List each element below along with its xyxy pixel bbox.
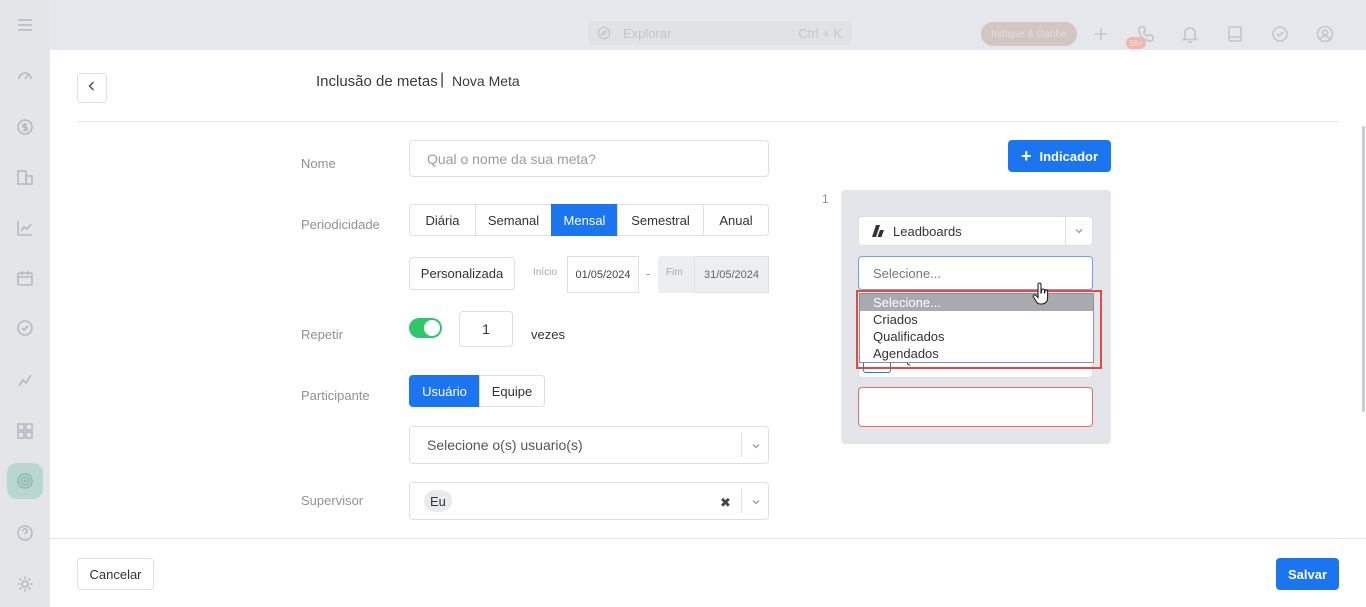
- periodicity-label: Periodicidade: [301, 217, 380, 232]
- participant-user-button[interactable]: Usuário: [409, 375, 480, 407]
- chevron-left-icon: [86, 79, 98, 97]
- header-divider: [77, 121, 1339, 122]
- supervisor-select[interactable]: [409, 482, 769, 520]
- dashboard-gauge-icon[interactable]: [15, 65, 35, 85]
- bell-icon[interactable]: [1180, 24, 1200, 44]
- supervisor-label: Supervisor: [301, 493, 364, 508]
- back-button[interactable]: [77, 73, 107, 103]
- participant-placeholder: Selecione o(s) usuario(s): [427, 437, 583, 453]
- user-avatar-icon[interactable]: [1315, 24, 1335, 44]
- participant-label: Participante: [301, 388, 370, 403]
- annotation-highlight-box: [856, 290, 1102, 369]
- period-annual-button[interactable]: Anual: [703, 204, 769, 236]
- supervisor-chip[interactable]: Eu: [424, 490, 452, 512]
- book-icon[interactable]: [1225, 24, 1245, 44]
- help-icon[interactable]: [15, 523, 35, 543]
- check-circle-icon[interactable]: [15, 318, 35, 338]
- end-date-label: Fim: [666, 267, 683, 278]
- period-daily-button[interactable]: Diária: [409, 204, 476, 236]
- start-date-input[interactable]: 01/05/2024: [567, 256, 639, 293]
- participant-team-button[interactable]: Equipe: [479, 375, 545, 407]
- page-subtitle: Nova Meta: [452, 73, 520, 89]
- period-monthly-button[interactable]: Mensal: [551, 204, 618, 236]
- new-goal-modal: Inclusão de metas | Nova Meta Nome Qual …: [50, 50, 1366, 607]
- indicator-number: 1: [822, 192, 829, 206]
- dollar-icon[interactable]: [15, 117, 35, 137]
- modal-footer: Cancelar Salvar: [50, 538, 1366, 607]
- add-indicator-label: Indicador: [1039, 148, 1099, 164]
- start-date-label: Início: [533, 267, 557, 278]
- source-select-divider: [1065, 217, 1066, 245]
- indicator-value-input[interactable]: [858, 387, 1093, 427]
- participant-users-select[interactable]: Selecione o(s) usuario(s): [409, 426, 769, 464]
- sidebar: [0, 0, 50, 607]
- scrollbar[interactable]: [1362, 126, 1365, 412]
- period-semiannual-button[interactable]: Semestral: [617, 204, 704, 236]
- goals-target-icon[interactable]: [7, 463, 43, 499]
- end-date-input: 31/05/2024: [694, 256, 769, 293]
- page-title: Inclusão de metas: [316, 73, 438, 90]
- date-range-dash: -: [646, 266, 651, 281]
- calendar-icon[interactable]: [15, 268, 35, 288]
- indicator-type-select[interactable]: Selecione...: [858, 256, 1093, 290]
- hand-cursor-icon: [1032, 282, 1050, 306]
- settings-gear-icon[interactable]: [15, 574, 35, 594]
- topbar: Explorar Ctrl + K Indique & Ganhe: [50, 0, 1366, 50]
- name-label: Nome: [301, 156, 336, 171]
- name-input[interactable]: Qual o nome da sua meta?: [409, 140, 769, 177]
- repeat-label: Repetir: [301, 327, 343, 342]
- chevron-down-icon[interactable]: [750, 495, 762, 507]
- indicator-source-value: Leadboards: [893, 223, 962, 239]
- explore-label: Explorar: [623, 25, 672, 41]
- plus-icon[interactable]: [1091, 24, 1111, 44]
- custom-period-button[interactable]: Personalizada: [409, 257, 515, 290]
- add-indicator-button[interactable]: + Indicador: [1008, 140, 1111, 172]
- trend-icon[interactable]: [15, 370, 35, 390]
- compass-icon: [596, 25, 612, 41]
- plus-icon: +: [1020, 146, 1032, 166]
- clear-icon[interactable]: ✖: [720, 495, 731, 511]
- supervisor-select-divider: [741, 489, 742, 513]
- indicator-type-placeholder: Selecione...: [873, 265, 941, 281]
- leadboards-logo-icon: [871, 224, 885, 238]
- period-weekly-button[interactable]: Semanal: [475, 204, 552, 236]
- name-placeholder: Qual o nome da sua meta?: [427, 150, 596, 167]
- notification-badge: 99+: [1126, 37, 1146, 49]
- building-icon[interactable]: [15, 167, 35, 187]
- explore-search-bar[interactable]: Explorar Ctrl + K: [588, 21, 852, 45]
- refer-and-earn-button[interactable]: Indique & Ganhe: [981, 22, 1077, 46]
- chevron-down-icon[interactable]: [1073, 225, 1085, 237]
- widgets-icon[interactable]: [15, 421, 35, 441]
- save-button[interactable]: Salvar: [1276, 558, 1339, 590]
- task-check-icon[interactable]: [1270, 24, 1290, 44]
- title-separator: |: [440, 71, 445, 88]
- cancel-button[interactable]: Cancelar: [77, 558, 154, 590]
- indicator-source-select[interactable]: Leadboards: [858, 216, 1093, 246]
- chart-icon[interactable]: [15, 218, 35, 238]
- participant-select-divider: [741, 433, 742, 457]
- explore-shortcut: Ctrl + K: [798, 25, 842, 41]
- menu-icon[interactable]: [15, 15, 35, 35]
- repeat-count-input[interactable]: 1: [459, 311, 513, 347]
- repeat-unit-label: vezes: [531, 327, 565, 342]
- chevron-down-icon[interactable]: [750, 439, 762, 451]
- repeat-toggle[interactable]: [409, 318, 442, 338]
